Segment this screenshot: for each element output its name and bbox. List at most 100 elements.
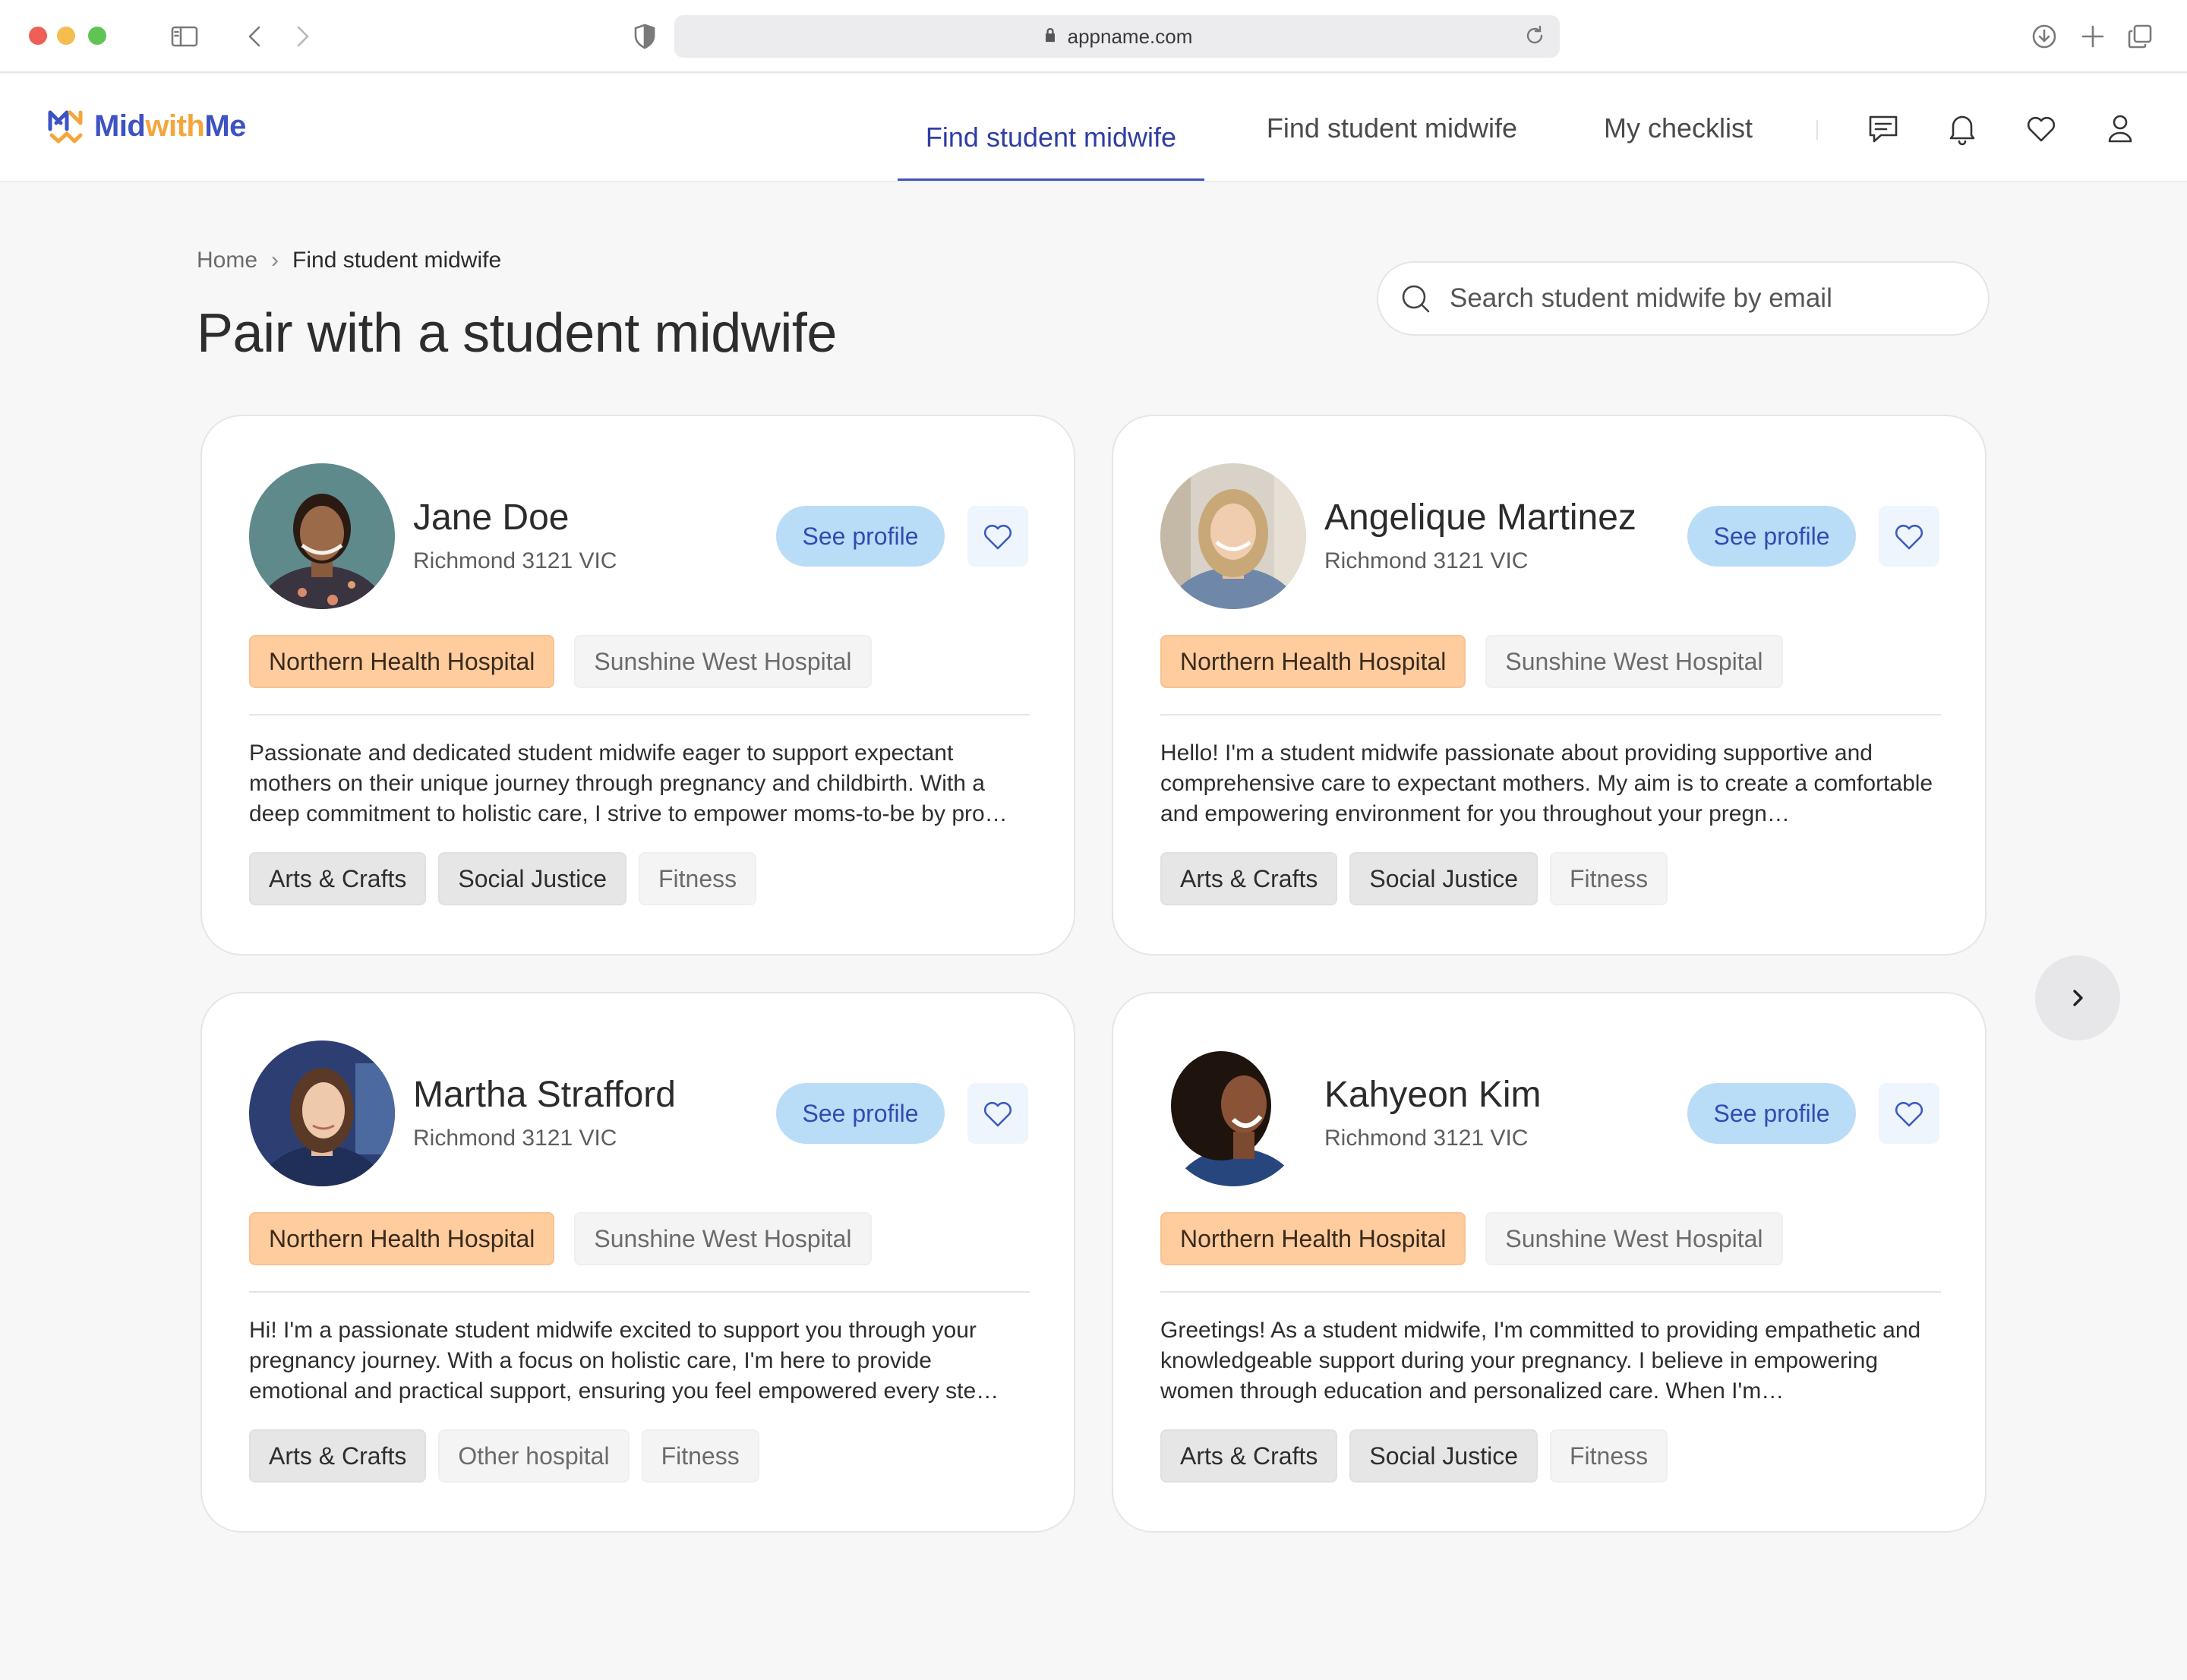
- heart-icon: [983, 1101, 1012, 1127]
- download-icon[interactable]: [2028, 20, 2061, 53]
- hospital-chip: Sunshine West Hospital: [1485, 1212, 1783, 1265]
- heart-icon: [1895, 1101, 1923, 1127]
- nav-my-checklist[interactable]: My checklist: [1587, 74, 1769, 182]
- logo[interactable]: MidwithMe: [46, 105, 246, 147]
- chevron-right-icon: [2073, 990, 2083, 1006]
- midwife-bio: Hi! I'm a passionate student midwife exc…: [249, 1318, 999, 1404]
- avatar: [1160, 463, 1306, 609]
- nav-divider: [1816, 120, 1818, 140]
- hospital-chip: Sunshine West Hospital: [574, 635, 872, 688]
- bell-icon[interactable]: [1940, 106, 1984, 150]
- minimize-window-button[interactable]: [57, 27, 75, 45]
- interest-tag: Fitness: [1550, 1429, 1668, 1483]
- midwife-name: Martha Strafford: [413, 1075, 676, 1115]
- see-profile-button[interactable]: See profile: [1687, 506, 1856, 567]
- favorite-button[interactable]: [1879, 1083, 1939, 1144]
- page-title: Pair with a student midwife: [197, 303, 837, 364]
- heart-icon: [1895, 524, 1923, 550]
- divider: [249, 1291, 1030, 1293]
- interest-tag: Fitness: [641, 1429, 759, 1483]
- favorite-button[interactable]: [967, 506, 1028, 567]
- avatar: [1160, 1041, 1306, 1186]
- hospital-list: Northern Health Hospital Sunshine West H…: [249, 1212, 872, 1265]
- midwife-bio: Passionate and dedicated student midwife…: [249, 741, 1008, 826]
- midwife-location: Richmond 3121 VIC: [413, 548, 617, 573]
- interest-tag: Social Justice: [1349, 852, 1538, 905]
- search-icon: [1402, 285, 1430, 313]
- url-text: appname.com: [1067, 24, 1193, 48]
- midwife-card: Jane Doe Richmond 3121 VIC See profile N…: [200, 415, 1075, 955]
- midwife-location: Richmond 3121 VIC: [1324, 1126, 1529, 1151]
- hospital-chip-primary: Northern Health Hospital: [249, 1212, 555, 1265]
- midwife-name: Jane Doe: [413, 497, 570, 538]
- midwife-name: Kahyeon Kim: [1324, 1075, 1542, 1115]
- sidebar-toggle-icon[interactable]: [168, 20, 201, 53]
- interest-tag: Fitness: [639, 852, 757, 905]
- new-tab-icon[interactable]: [2076, 20, 2110, 53]
- message-icon[interactable]: [1861, 106, 1905, 150]
- search-input[interactable]: [1450, 283, 1966, 314]
- breadcrumb: Home › Find student midwife: [197, 248, 501, 273]
- hospital-chip: Sunshine West Hospital: [1485, 635, 1783, 688]
- nav-find-student-midwife[interactable]: Find student midwife: [1245, 74, 1538, 182]
- interest-tag: Social Justice: [1349, 1429, 1538, 1483]
- hospital-list: Northern Health Hospital Sunshine West H…: [1160, 635, 1783, 688]
- logo-text: MidwithMe: [94, 109, 246, 143]
- tab-overview-icon[interactable]: [2123, 20, 2157, 53]
- reload-icon[interactable]: [1522, 23, 1549, 50]
- hospital-list: Northern Health Hospital Sunshine West H…: [1160, 1212, 1783, 1265]
- interest-tag: Social Justice: [438, 852, 626, 905]
- midwife-location: Richmond 3121 VIC: [1324, 548, 1529, 573]
- hospital-chip: Sunshine West Hospital: [574, 1212, 872, 1265]
- midwife-card: Martha Strafford Richmond 3121 VIC See p…: [200, 992, 1075, 1533]
- midwife-location: Richmond 3121 VIC: [413, 1126, 617, 1151]
- interest-tag: Arts & Crafts: [249, 1429, 427, 1483]
- favorite-button[interactable]: [967, 1083, 1028, 1144]
- app-header: MidwithMe Find student midwife Find stud…: [0, 74, 2187, 182]
- privacy-shield-icon[interactable]: [628, 20, 661, 53]
- user-icon[interactable]: [2098, 106, 2142, 150]
- address-bar[interactable]: appname.com: [674, 15, 1560, 58]
- see-profile-button[interactable]: See profile: [776, 506, 945, 567]
- breadcrumb-home[interactable]: Home: [197, 248, 257, 273]
- interest-tags: Arts & Crafts Social Justice Fitness: [1160, 852, 1668, 905]
- midwife-card: Angelique Martinez Richmond 3121 VIC See…: [1112, 415, 1987, 955]
- lock-icon: [1042, 25, 1059, 49]
- browser-chrome: appname.com: [0, 0, 2187, 73]
- chevron-right-icon: ›: [271, 248, 279, 273]
- interest-tag: Other hospital: [438, 1429, 630, 1483]
- interest-tags: Arts & Crafts Other hospital Fitness: [249, 1429, 759, 1483]
- favorite-button[interactable]: [1879, 506, 1939, 567]
- back-icon[interactable]: [238, 20, 272, 53]
- interest-tags: Arts & Crafts Social Justice Fitness: [1160, 1429, 1668, 1483]
- interest-tags: Arts & Crafts Social Justice Fitness: [249, 852, 757, 905]
- hospital-chip-primary: Northern Health Hospital: [1160, 635, 1466, 688]
- interest-tag: Arts & Crafts: [1160, 852, 1338, 905]
- close-window-button[interactable]: [29, 27, 47, 45]
- next-page-button[interactable]: [2035, 955, 2120, 1041]
- midwife-bio: Hello! I'm a student midwife passionate …: [1160, 741, 1933, 826]
- breadcrumb-current: Find student midwife: [292, 248, 502, 273]
- see-profile-button[interactable]: See profile: [1687, 1083, 1856, 1144]
- avatar: [249, 1041, 395, 1186]
- heart-icon[interactable]: [2019, 106, 2063, 150]
- divider: [1160, 1291, 1941, 1293]
- see-profile-button[interactable]: See profile: [776, 1083, 945, 1144]
- interest-tag: Arts & Crafts: [1160, 1429, 1338, 1483]
- midwife-card: Kahyeon Kim Richmond 3121 VIC See profil…: [1112, 992, 1987, 1533]
- divider: [1160, 714, 1941, 715]
- maximize-window-button[interactable]: [88, 27, 106, 45]
- hospital-chip-primary: Northern Health Hospital: [249, 635, 555, 688]
- forward-icon[interactable]: [286, 20, 319, 53]
- hospital-chip-primary: Northern Health Hospital: [1160, 1212, 1466, 1265]
- heart-icon: [983, 524, 1012, 550]
- midwife-name: Angelique Martinez: [1324, 497, 1636, 538]
- avatar: [249, 463, 395, 609]
- hospital-list: Northern Health Hospital Sunshine West H…: [249, 635, 872, 688]
- interest-tag: Fitness: [1550, 852, 1668, 905]
- interest-tag: Arts & Crafts: [249, 852, 427, 905]
- nav-find-student-midwife-active[interactable]: Find student midwife: [898, 96, 1204, 181]
- divider: [249, 714, 1030, 715]
- midwife-bio: Greetings! As a student midwife, I'm com…: [1160, 1318, 1921, 1404]
- search-box[interactable]: [1377, 261, 1990, 336]
